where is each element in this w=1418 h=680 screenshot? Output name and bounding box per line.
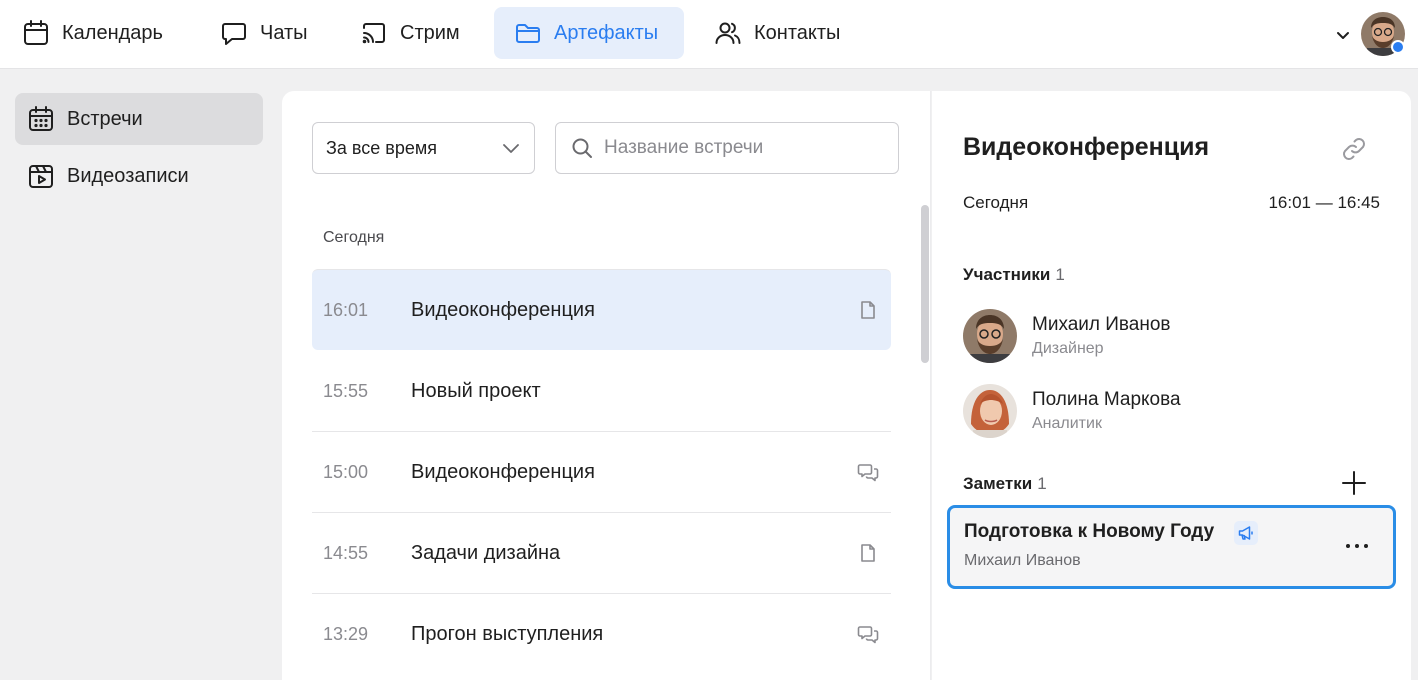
meeting-search-box[interactable] (555, 122, 899, 174)
list-group-label: Сегодня (323, 229, 385, 246)
meeting-time: 13:29 (323, 623, 369, 644)
meeting-row[interactable]: 16:01 Видеоконференция (312, 269, 891, 350)
note-author: Михаил Иванов (964, 552, 1081, 569)
participants-label: Участники (963, 265, 1051, 284)
meeting-time: 14:55 (323, 542, 369, 563)
participants-count: 1 (1055, 265, 1065, 284)
nav-item-label: Календарь (62, 21, 163, 44)
participant-item[interactable]: Полина Маркова Аналитик (963, 384, 1383, 440)
document-icon (861, 301, 875, 319)
nav-item-calendar[interactable]: Календарь (2, 7, 183, 59)
meeting-row[interactable]: 13:29 Прогон выступления (312, 593, 891, 674)
participant-name: Полина Маркова (1032, 389, 1181, 410)
sidebar-item-label: Встречи (67, 107, 143, 130)
detail-date: Сегодня (963, 193, 1029, 212)
meeting-row[interactable]: 15:00 Видеоконференция (312, 431, 891, 512)
meeting-detail-panel: Видеоконференция Сегодня 16:01 — 16:45 У… (932, 91, 1411, 680)
calendar-grid-icon (29, 106, 53, 131)
meeting-row[interactable]: 14:55 Задачи дизайна (312, 512, 891, 593)
announcement-badge (1234, 521, 1258, 545)
meetings-list-panel: За все время Сегодня 16:01 Видеоконферен… (282, 91, 931, 680)
notes-count: 1 (1037, 474, 1047, 493)
meeting-title: Видеоконференция (411, 460, 595, 483)
nav-item-artifacts[interactable]: Артефакты (494, 7, 684, 59)
chevron-down-icon (503, 144, 519, 153)
nav-item-label: Артефакты (554, 21, 659, 44)
sidebar-item-recordings[interactable]: Видеозаписи (15, 150, 263, 202)
document-icon (861, 544, 875, 562)
note-title: Подготовка к Новому Году (964, 521, 1215, 542)
megaphone-icon (1238, 526, 1253, 540)
nav-item-label: Чаты (260, 21, 308, 44)
online-status-dot (1391, 40, 1405, 54)
folder-icon (516, 24, 540, 43)
note-card[interactable]: Подготовка к Новому Году Михаил Иванов (947, 505, 1396, 589)
sidebar-item-meetings[interactable]: Встречи (15, 93, 263, 145)
notes-label: Заметки (963, 474, 1033, 493)
nav-item-contacts[interactable]: Контакты (694, 7, 860, 59)
video-recording-icon (29, 165, 53, 188)
more-options-icon[interactable] (1342, 536, 1372, 556)
chevron-down-icon[interactable] (1334, 26, 1352, 44)
period-select[interactable]: За все время (312, 122, 535, 174)
avatar (963, 309, 1017, 363)
chat-bubbles-icon (857, 626, 879, 644)
meeting-list: 16:01 Видеоконференция 15:55 Новый проек… (312, 269, 891, 674)
nav-item-label: Стрим (400, 21, 460, 44)
meeting-search-input[interactable] (604, 137, 884, 159)
add-note-button[interactable] (1340, 469, 1368, 497)
meeting-time: 16:01 (323, 299, 369, 320)
detail-time-range: 16:01 — 16:45 (1268, 193, 1380, 212)
meeting-row[interactable]: 15:55 Новый проект (312, 350, 891, 431)
calendar-icon (24, 20, 48, 45)
list-scrollbar[interactable] (921, 205, 929, 363)
stream-icon (362, 23, 385, 44)
meeting-time: 15:55 (323, 380, 369, 401)
avatar (963, 384, 1017, 438)
nav-item-label: Контакты (754, 21, 841, 44)
meeting-time: 15:00 (323, 461, 369, 482)
link-icon[interactable] (1340, 135, 1368, 163)
period-select-value: За все время (326, 137, 437, 158)
participant-role: Дизайнер (1032, 340, 1104, 357)
meeting-title: Задачи дизайна (411, 541, 561, 564)
search-icon (572, 138, 592, 158)
detail-title: Видеоконференция (963, 133, 1210, 161)
chat-bubbles-icon (857, 464, 879, 482)
meeting-title: Видеоконференция (411, 298, 595, 321)
contacts-icon (715, 22, 741, 44)
meeting-title: Прогон выступления (411, 622, 604, 645)
meeting-title: Новый проект (411, 379, 541, 402)
participants-section-label: Участники 1 (963, 265, 1065, 285)
sidebar-item-label: Видеозаписи (67, 164, 189, 187)
notes-section-label: Заметки 1 (963, 474, 1047, 494)
participant-item[interactable]: Михаил Иванов Дизайнер (963, 309, 1383, 365)
participant-role: Аналитик (1032, 415, 1102, 432)
participant-name: Михаил Иванов (1032, 314, 1171, 335)
top-navigation-bar: Календарь Чаты Стрим Артефакты Контакты (0, 0, 1418, 69)
chat-icon (222, 23, 246, 45)
nav-item-chats[interactable]: Чаты (200, 7, 328, 59)
nav-item-stream[interactable]: Стрим (340, 7, 480, 59)
